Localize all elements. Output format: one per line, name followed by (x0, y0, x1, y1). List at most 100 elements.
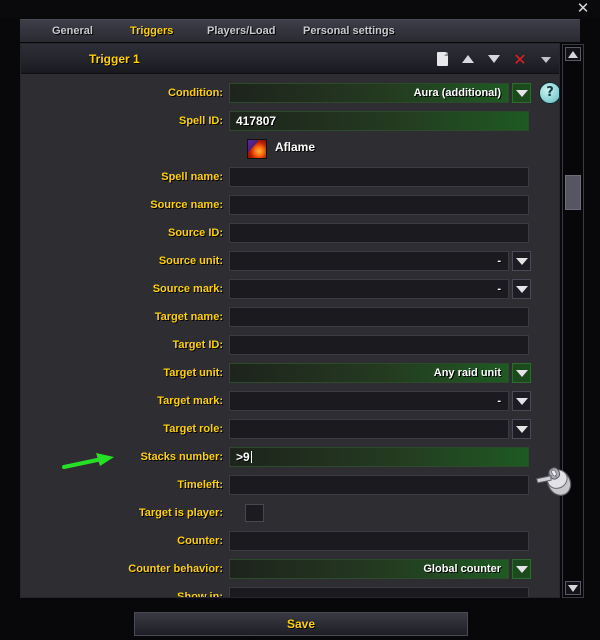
move-trigger-down-button[interactable] (485, 51, 503, 68)
trigger-title: Trigger 1 (89, 52, 140, 66)
field-label-source-mark: Source mark: (152, 283, 223, 295)
input-source-id[interactable] (229, 223, 529, 243)
input-source-name[interactable] (229, 195, 529, 215)
input-timeleft[interactable] (229, 475, 529, 495)
form-row: Target mark: - (21, 390, 559, 412)
chevron-down-icon (541, 57, 551, 63)
tab-strip: General Triggers Players/Load Personal sett… (20, 19, 580, 42)
field-value: - (497, 395, 501, 407)
field-label-target-unit: Target unit: (163, 367, 223, 379)
field-label-counter: Counter: (177, 535, 223, 547)
dropdown-toggle-target-unit[interactable] (512, 363, 531, 383)
form-row: Stacks number: >9 (21, 446, 559, 468)
dropdown-counter-behavior[interactable]: Global counter (229, 559, 509, 579)
form-row: Spell name: (21, 166, 559, 188)
field-value: Global counter (423, 563, 501, 575)
input-target-id[interactable] (229, 335, 529, 355)
dropdown-condition[interactable]: Aura (additional) (229, 83, 509, 103)
input-spell-id[interactable]: 417807 (229, 111, 529, 131)
form-row: Source name: (21, 194, 559, 216)
close-x-icon: ✕ (513, 50, 527, 69)
field-label-target-mark: Target mark: (157, 395, 223, 407)
field-label-spell-id: Spell ID: (178, 115, 223, 127)
form-row: Condition: Aura (additional)? (21, 82, 559, 104)
arrow-up-icon (462, 55, 474, 63)
chevron-down-icon (515, 398, 528, 405)
spell-flame-icon (247, 139, 267, 159)
field-label-source-id: Source ID: (167, 227, 223, 239)
form-row: Spell ID: 417807 (21, 110, 559, 132)
page-icon (436, 52, 448, 66)
move-trigger-up-button[interactable] (459, 51, 477, 68)
dropdown-toggle-target-role[interactable] (512, 419, 531, 439)
dropdown-toggle-target-mark[interactable] (512, 391, 531, 411)
delete-trigger-button[interactable]: ✕ (511, 51, 529, 68)
dropdown-toggle-source-unit[interactable] (512, 251, 531, 271)
field-label-target-is-player: Target is player: (138, 507, 223, 519)
arrow-down-icon (568, 585, 578, 592)
save-button[interactable]: Save (134, 612, 468, 636)
form-row: Aflame (21, 138, 559, 160)
field-label-timeleft: Timeleft: (177, 479, 223, 491)
dropdown-source-unit[interactable]: - (229, 251, 509, 271)
chevron-down-icon (515, 426, 528, 433)
help-button[interactable]: ? (539, 82, 559, 104)
chevron-down-icon (515, 286, 528, 293)
form-row: Source unit: - (21, 250, 559, 272)
scroll-up-button[interactable] (565, 47, 581, 61)
tab-personal-settings[interactable]: Personal settings (303, 20, 395, 42)
field-label-target-id: Target ID: (172, 339, 223, 351)
new-trigger-button[interactable] (433, 51, 451, 68)
chevron-down-icon (515, 370, 528, 377)
field-label-show-in: Show in: (177, 591, 223, 597)
scroll-down-button[interactable] (565, 581, 581, 595)
field-label-spell-name: Spell name: (161, 171, 223, 183)
checkbox-target-is-player[interactable] (245, 504, 264, 522)
addon-window: ✕ General Triggers Players/Load Personal se… (0, 0, 600, 640)
field-value: - (497, 283, 501, 295)
field-label-condition: Condition: (168, 87, 223, 99)
dropdown-target-role[interactable] (229, 419, 509, 439)
field-value: >9 (236, 450, 252, 464)
trigger-form-scroll-area[interactable]: Condition: Aura (additional)? Spell ID: 417… (21, 74, 559, 597)
form-row: Source mark: - (21, 278, 559, 300)
input-stacks-number[interactable]: >9 (229, 447, 529, 467)
dropdown-toggle-counter-behavior[interactable] (512, 559, 531, 579)
spell-name-label: Aflame (275, 140, 316, 154)
dropdown-target-unit[interactable]: Any raid unit (229, 363, 509, 383)
dropdown-source-mark[interactable]: - (229, 279, 509, 299)
form-row: Target name: (21, 306, 559, 328)
text-caret (250, 451, 252, 463)
input-show-in[interactable] (229, 587, 529, 597)
trigger-menu-button[interactable] (537, 51, 555, 68)
form-row: Target role: (21, 418, 559, 440)
form-row: Target is player: (21, 502, 559, 524)
field-value: Aura (additional) (413, 87, 501, 99)
input-target-name[interactable] (229, 307, 529, 327)
chevron-down-icon (515, 90, 528, 97)
input-counter[interactable] (229, 531, 529, 551)
chevron-down-icon (515, 258, 528, 265)
dropdown-toggle-condition[interactable] (512, 83, 531, 103)
input-spell-name[interactable] (229, 167, 529, 187)
field-label-source-unit: Source unit: (158, 255, 223, 267)
field-value: 417807 (236, 114, 277, 128)
form-row: Target unit: Any raid unit (21, 362, 559, 384)
vertical-scrollbar[interactable] (562, 44, 584, 598)
close-icon[interactable]: ✕ (575, 1, 591, 17)
form-background: Condition: Aura (additional)? Spell ID: 417… (21, 74, 559, 597)
chevron-down-icon (515, 566, 528, 573)
tab-triggers[interactable]: Triggers (130, 20, 173, 42)
tab-general[interactable]: General (52, 20, 93, 42)
dropdown-target-mark[interactable]: - (229, 391, 509, 411)
scrollbar-thumb[interactable] (565, 175, 581, 210)
tab-players-load[interactable]: Players/Load (207, 20, 275, 42)
dropdown-toggle-source-mark[interactable] (512, 279, 531, 299)
form-row: Target ID: (21, 334, 559, 356)
field-label-target-name: Target name: (154, 311, 223, 323)
field-value: Any raid unit (433, 367, 501, 379)
field-label-counter-behavior: Counter behavior: (128, 563, 223, 575)
title-bar: ✕ (0, 0, 600, 18)
field-value: - (497, 255, 501, 267)
form-row: Counter: (21, 530, 559, 552)
